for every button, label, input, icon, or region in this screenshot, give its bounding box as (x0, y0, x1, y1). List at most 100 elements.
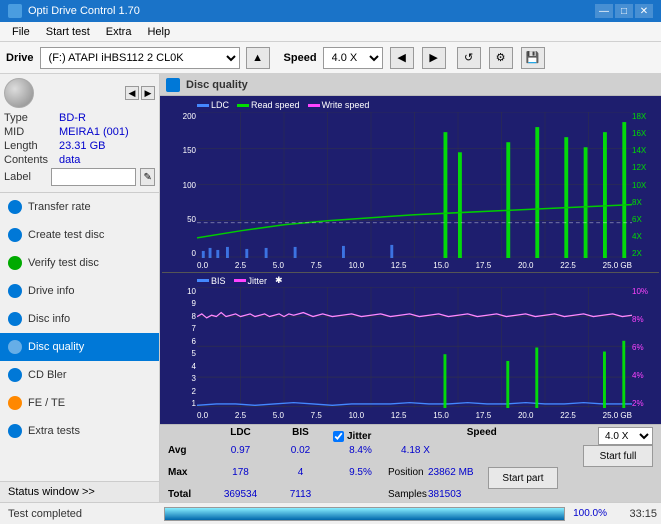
length-label: Length (4, 140, 59, 152)
disc-icon (4, 78, 34, 108)
title-bar: Opti Drive Control 1.70 — □ ✕ (0, 0, 661, 22)
position-label: Position (388, 467, 428, 489)
panel-title: Disc quality (186, 79, 248, 91)
disc-prev-button[interactable]: ◀ (125, 86, 139, 100)
legend-jitter: Jitter (234, 276, 268, 286)
sidebar-item-extra-tests[interactable]: Extra tests (0, 417, 159, 445)
sidebar-item-label: Disc quality (28, 341, 84, 353)
samples-label: Samples (388, 489, 428, 500)
sidebar-item-disc-info[interactable]: Disc info (0, 305, 159, 333)
label-edit-button[interactable]: ✎ (140, 168, 155, 186)
total-bis: 7113 (273, 489, 328, 500)
disc-next-button[interactable]: ▶ (141, 86, 155, 100)
max-label: Max (168, 467, 208, 489)
stats-bar: LDC BIS Jitter Speed 4.0 X Avg 0.97 0.02 (160, 424, 661, 502)
transfer-rate-icon (8, 200, 22, 214)
top-chart-svg (197, 112, 632, 258)
minimize-button[interactable]: — (595, 4, 613, 18)
contents-value: data (59, 154, 80, 166)
total-ldc: 369534 (208, 489, 273, 500)
maximize-button[interactable]: □ (615, 4, 633, 18)
sidebar-item-label: Transfer rate (28, 201, 91, 213)
start-full-button[interactable]: Start full (583, 445, 653, 467)
sidebar-item-label: Create test disc (28, 229, 104, 241)
drive-bar: Drive (F:) ATAPI iHBS112 2 CL0K ▲ Speed … (0, 42, 661, 74)
save-button[interactable]: 💾 (521, 47, 545, 69)
refresh-button[interactable]: ↺ (457, 47, 481, 69)
drive-select[interactable]: (F:) ATAPI iHBS112 2 CL0K (40, 47, 240, 69)
menu-help[interactable]: Help (139, 24, 178, 40)
mid-label: MID (4, 126, 59, 138)
legend-write: Write speed (308, 100, 370, 110)
sidebar-item-cd-bler[interactable]: CD Bler (0, 361, 159, 389)
disc-info-icon (8, 312, 22, 326)
sidebar-item-verify-test-disc[interactable]: Verify test disc (0, 249, 159, 277)
type-value: BD-R (59, 112, 86, 124)
sidebar-item-create-test-disc[interactable]: Create test disc (0, 221, 159, 249)
close-button[interactable]: ✕ (635, 4, 653, 18)
drive-info-icon (8, 284, 22, 298)
sidebar-item-drive-info[interactable]: Drive info (0, 277, 159, 305)
status-text: Test completed (0, 508, 160, 520)
start-part-button[interactable]: Start part (488, 467, 558, 489)
menu-extra[interactable]: Extra (98, 24, 140, 40)
speed-label: Speed (284, 52, 317, 64)
disc-quality-icon (8, 340, 22, 354)
max-jitter: 9.5% (333, 467, 388, 489)
status-window-button[interactable]: Status window >> (0, 481, 159, 502)
contents-label: Contents (4, 154, 59, 166)
options-button[interactable]: ⚙ (489, 47, 513, 69)
bis-header: BIS (273, 427, 328, 445)
y-axis-right-bottom: 10% 8% 6% 4% 2% (632, 287, 657, 408)
speed-next-button[interactable]: ▶ (422, 47, 446, 69)
stats-total-row: Total 369534 7113 Samples 381503 (164, 489, 657, 500)
sidebar-item-label: CD Bler (28, 369, 67, 381)
drive-label: Drive (6, 52, 34, 64)
progress-percentage: 100.0% (569, 508, 611, 519)
sidebar-item-disc-quality[interactable]: Disc quality (0, 333, 159, 361)
jitter-checkbox-row[interactable]: Jitter (333, 427, 371, 445)
speed-select[interactable]: 4.0 X (323, 47, 383, 69)
progress-time: 33:15 (611, 508, 661, 520)
eject-button[interactable]: ▲ (246, 47, 270, 69)
speed-dropdown[interactable]: 4.0 X (598, 427, 653, 445)
legend-bis: BIS (197, 276, 226, 286)
max-ldc: 178 (208, 467, 273, 489)
speed-prev-button[interactable]: ◀ (390, 47, 414, 69)
avg-bis: 0.02 (273, 445, 328, 467)
sidebar-item-label: Disc info (28, 313, 70, 325)
max-bis: 4 (273, 467, 328, 489)
stats-avg-row: Avg 0.97 0.02 8.4% 4.18 X Start full (164, 445, 657, 467)
mid-value: MEIRA1 (001) (59, 126, 129, 138)
speed-header: Speed (467, 427, 507, 445)
panel-icon (166, 78, 180, 92)
samples-val: 381503 (428, 489, 488, 500)
status-window-label: Status window >> (8, 486, 95, 498)
legend-ldc: LDC (197, 100, 229, 110)
avg-label: Avg (168, 445, 208, 467)
label-label: Label (4, 171, 47, 183)
label-input[interactable] (51, 168, 136, 186)
menu-start-test[interactable]: Start test (38, 24, 98, 40)
right-panel: Disc quality LDC Read speed (160, 74, 661, 502)
avg-ldc: 0.97 (208, 445, 273, 467)
menu-file[interactable]: File (4, 24, 38, 40)
length-value: 23.31 GB (59, 140, 105, 152)
app-icon (8, 4, 22, 18)
sidebar-item-fe-te[interactable]: FE / TE (0, 389, 159, 417)
legend-read: Read speed (237, 100, 300, 110)
sidebar-item-transfer-rate[interactable]: Transfer rate (0, 193, 159, 221)
fe-te-icon (8, 396, 22, 410)
progress-area: Test completed 100.0% 33:15 (0, 502, 661, 524)
sidebar-item-label: Extra tests (28, 425, 80, 437)
create-test-icon (8, 228, 22, 242)
disc-section: ◀ ▶ Type BD-R MID MEIRA1 (001) Length 23… (0, 74, 159, 193)
sidebar-menu: Transfer rate Create test disc Verify te… (0, 193, 159, 481)
jitter-checkbox[interactable] (333, 431, 344, 442)
progress-bar-fill (165, 508, 564, 520)
x-axis-top: 0.0 2.5 5.0 7.5 10.0 12.5 15.0 17.5 20.0… (197, 261, 632, 270)
menu-bar: File Start test Extra Help (0, 22, 661, 42)
avg-speed: 4.18 X (388, 445, 443, 467)
sidebar-item-label: Verify test disc (28, 257, 99, 269)
cd-bler-icon (8, 368, 22, 382)
